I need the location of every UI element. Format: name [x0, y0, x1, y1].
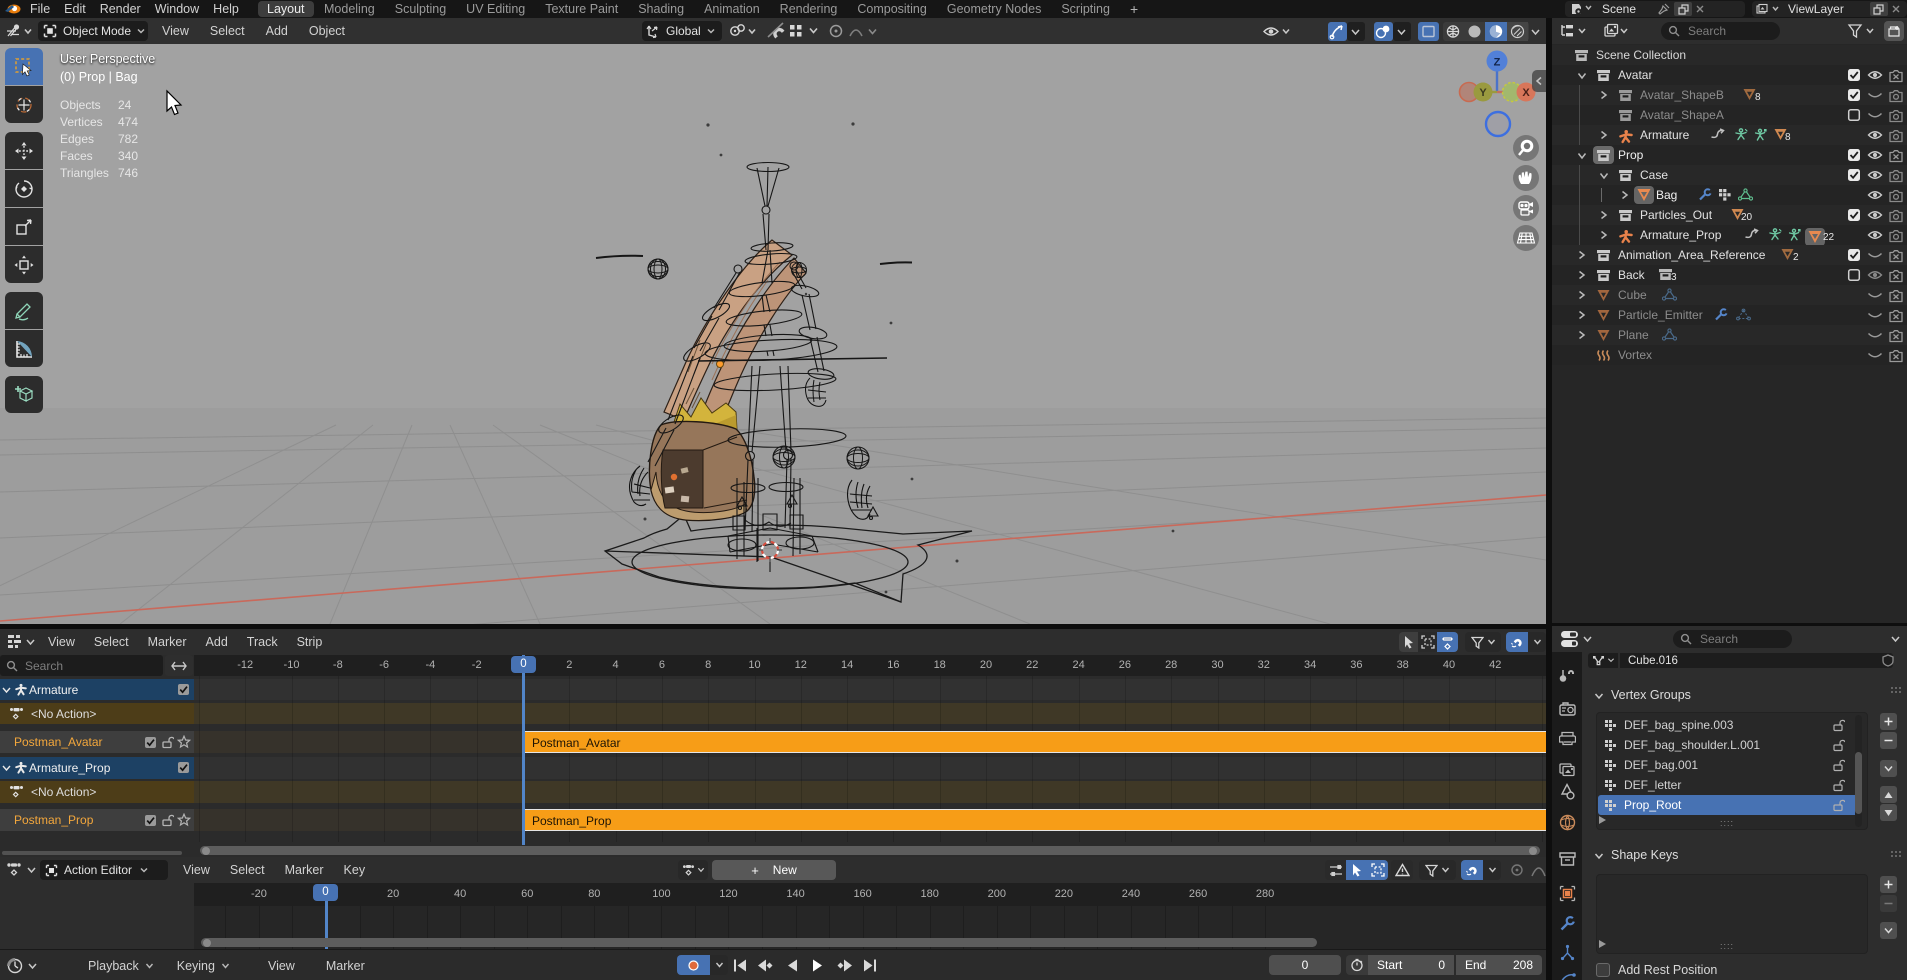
svg-text:Z: Z: [1494, 57, 1501, 69]
svg-text:Y: Y: [1479, 87, 1487, 99]
svg-text:24: 24: [118, 98, 132, 112]
svg-text:Vertices: Vertices: [60, 115, 103, 129]
svg-text:Edges: Edges: [60, 132, 94, 146]
svg-text:X: X: [1522, 87, 1530, 99]
svg-text:Objects: Objects: [60, 98, 101, 112]
svg-text:(0) Prop | Bag: (0) Prop | Bag: [60, 70, 138, 84]
svg-text:474: 474: [118, 115, 138, 129]
svg-text:User Perspective: User Perspective: [60, 52, 155, 66]
svg-text:340: 340: [118, 149, 138, 163]
svg-text:746: 746: [118, 166, 138, 180]
svg-text:Faces: Faces: [60, 149, 93, 163]
svg-text:782: 782: [118, 132, 138, 146]
svg-text:Triangles: Triangles: [60, 166, 109, 180]
